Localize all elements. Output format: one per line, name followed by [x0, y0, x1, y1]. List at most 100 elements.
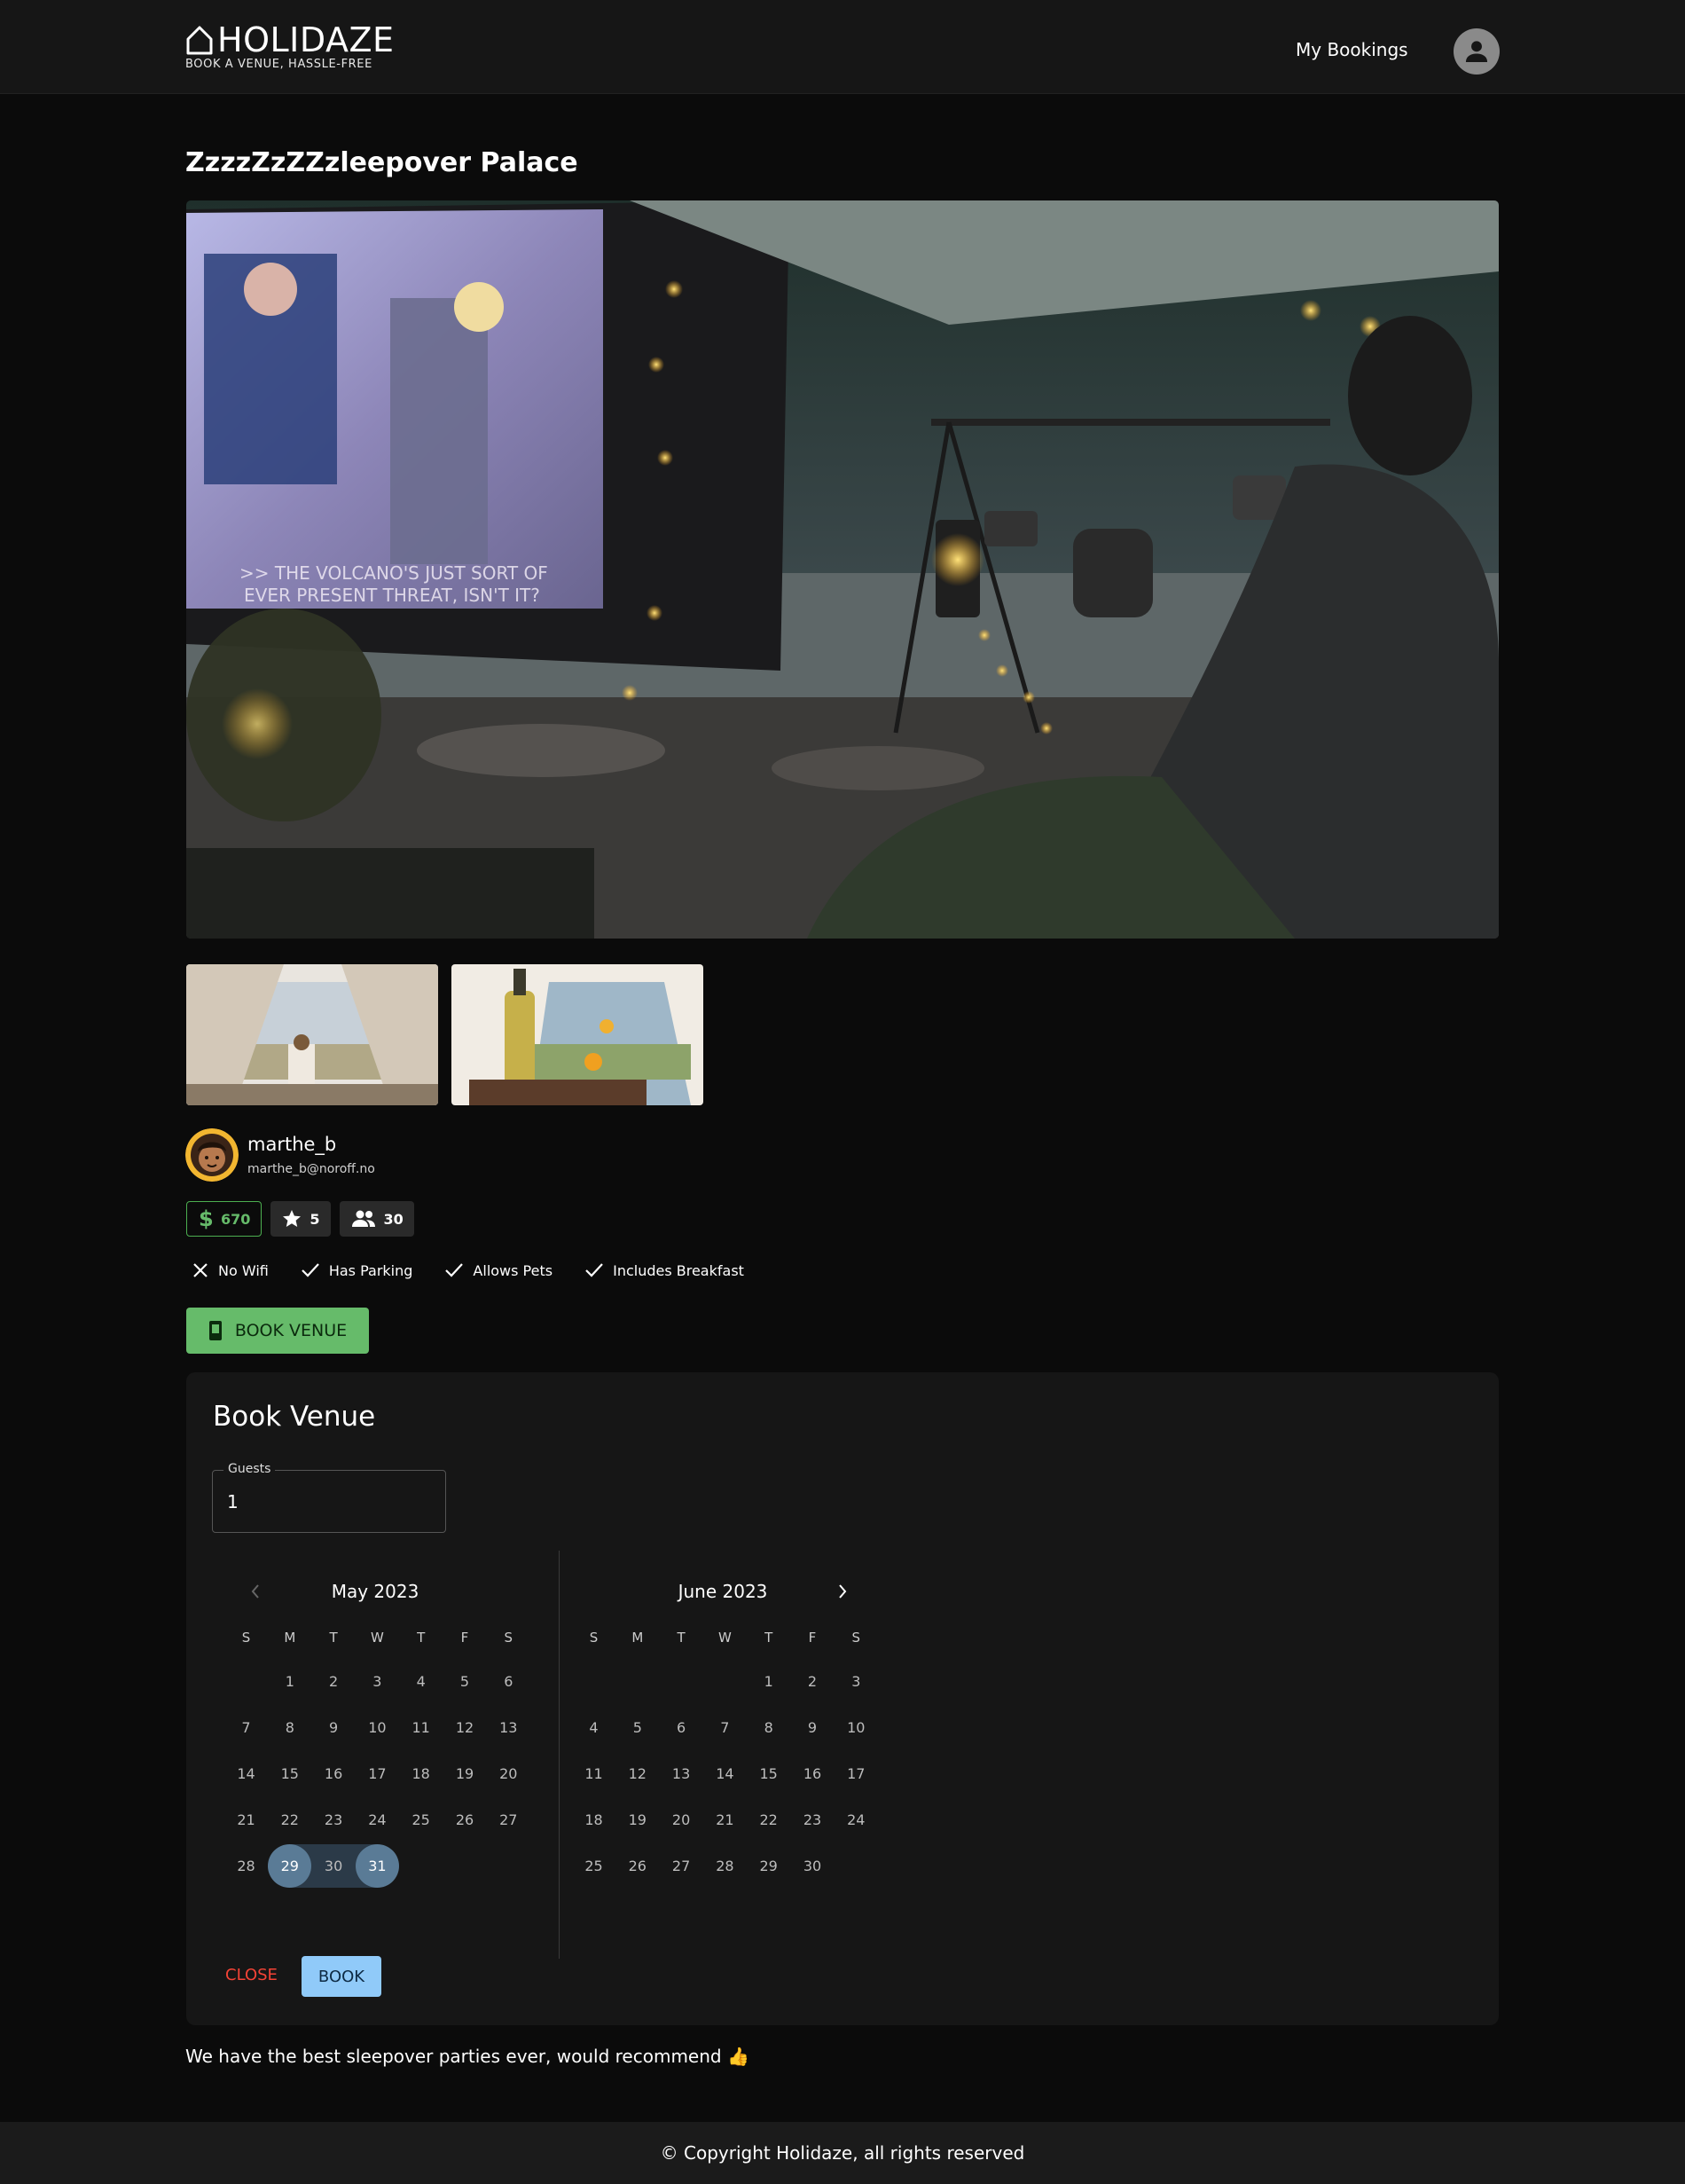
calendar-day[interactable]: 7 — [224, 1706, 268, 1749]
calendar-day[interactable]: 6 — [660, 1706, 703, 1749]
svg-text:$: $ — [199, 1208, 214, 1229]
calendar-day[interactable]: 1 — [747, 1660, 790, 1703]
calendar-day[interactable]: 12 — [443, 1706, 487, 1749]
calendar-day[interactable]: 25 — [572, 1844, 615, 1888]
calendar-day[interactable]: 9 — [791, 1706, 835, 1749]
calendar-day[interactable]: 30 — [312, 1844, 356, 1888]
calendar-day[interactable]: 5 — [443, 1660, 487, 1703]
calendar-day[interactable]: 19 — [615, 1798, 659, 1842]
calendar-day[interactable]: 15 — [747, 1752, 790, 1795]
check-icon — [585, 1263, 603, 1277]
calendar-day[interactable]: 2 — [312, 1660, 356, 1703]
venue-description: We have the best sleepover parties ever,… — [185, 2046, 749, 2067]
amenity-pets: Allows Pets — [444, 1261, 553, 1279]
calendar-day[interactable]: 22 — [747, 1798, 790, 1842]
weekday-label: S — [589, 1630, 599, 1646]
gallery-thumbnail[interactable] — [186, 964, 438, 1105]
thumbnail-photo — [186, 964, 438, 1105]
hero-image[interactable]: >> THE VOLCANO'S JUST SORT OF EVER PRESE… — [186, 200, 1499, 939]
calendar-day[interactable]: 16 — [312, 1752, 356, 1795]
weekday-label: W — [717, 1630, 732, 1646]
amenity-wifi: No Wifi — [192, 1261, 269, 1279]
calendar-day[interactable]: 8 — [268, 1706, 311, 1749]
copyright-text: © Copyright Holidaze, all rights reserve… — [660, 2142, 1025, 2164]
calendar-day[interactable]: 27 — [660, 1844, 703, 1888]
calendar-day[interactable]: 10 — [835, 1706, 878, 1749]
weekday-label: S — [851, 1630, 861, 1646]
top-bar: HOLIDAZE BOOK A VENUE, HASSLE-FREE My Bo… — [0, 0, 1685, 94]
prev-month-button[interactable] — [242, 1578, 269, 1605]
calendar-day[interactable]: 25 — [399, 1798, 443, 1842]
rating-chip: 5 — [270, 1201, 331, 1237]
calendar-day[interactable]: 3 — [835, 1660, 878, 1703]
calendar-day[interactable]: 24 — [356, 1798, 399, 1842]
calendar-day[interactable]: 20 — [487, 1752, 530, 1795]
guests-field[interactable]: Guests — [212, 1462, 446, 1533]
calendar-day[interactable]: 13 — [660, 1752, 703, 1795]
calendar-day[interactable]: 29 — [747, 1844, 790, 1888]
calendar-day[interactable]: 12 — [615, 1752, 659, 1795]
thumbnail-photo — [451, 964, 703, 1105]
calendar-day[interactable]: 10 — [356, 1706, 399, 1749]
weekday-label: M — [631, 1630, 644, 1646]
calendar-day[interactable]: 20 — [660, 1798, 703, 1842]
hero-photo: >> THE VOLCANO'S JUST SORT OF EVER PRESE… — [186, 200, 1499, 939]
calendar-day[interactable]: 17 — [835, 1752, 878, 1795]
calendar-day[interactable]: 16 — [791, 1752, 835, 1795]
calendar-day-selected[interactable]: 31 — [355, 1844, 399, 1888]
book-venue-label: BOOK VENUE — [234, 1321, 348, 1340]
account-button[interactable] — [1454, 28, 1500, 75]
calendar-day[interactable]: 26 — [443, 1798, 487, 1842]
calendar-day[interactable]: 11 — [572, 1752, 615, 1795]
calendar-day[interactable]: 6 — [487, 1660, 530, 1703]
next-month-button[interactable] — [829, 1578, 856, 1605]
calendar-day[interactable]: 11 — [399, 1706, 443, 1749]
calendar-day[interactable]: 18 — [399, 1752, 443, 1795]
month-label: June 2023 — [678, 1581, 768, 1602]
calendar-day[interactable]: 17 — [356, 1752, 399, 1795]
footer: © Copyright Holidaze, all rights reserve… — [0, 2122, 1685, 2184]
book-button[interactable]: BOOK — [302, 1956, 381, 1997]
calendar-day[interactable]: 13 — [487, 1706, 530, 1749]
owner-avatar — [185, 1128, 239, 1182]
calendar-day[interactable]: 2 — [791, 1660, 835, 1703]
calendar-day[interactable]: 8 — [747, 1706, 790, 1749]
calendar-day[interactable]: 14 — [703, 1752, 747, 1795]
close-button[interactable]: CLOSE — [225, 1966, 278, 1984]
calendar-day[interactable]: 24 — [835, 1798, 878, 1842]
calendar-day[interactable]: 18 — [572, 1798, 615, 1842]
calendar-day[interactable]: 3 — [356, 1660, 399, 1703]
my-bookings-link[interactable]: My Bookings — [1296, 39, 1408, 60]
calendar-month-june: June 2023 SMTWTFS 1 2 3 4 5 6 7 8 9 10 11 12 13 14 15 1… — [572, 1578, 874, 1874]
calendar-day[interactable]: 5 — [615, 1706, 659, 1749]
check-icon — [302, 1263, 319, 1277]
calendar-day[interactable]: 19 — [443, 1752, 487, 1795]
chevron-left-icon — [251, 1584, 259, 1599]
calendar-day[interactable]: 4 — [572, 1706, 615, 1749]
owner-name: marthe_b — [247, 1134, 337, 1155]
calendar-day[interactable]: 22 — [268, 1798, 311, 1842]
amenity-parking: Has Parking — [301, 1261, 412, 1279]
calendar-day[interactable]: 28 — [703, 1844, 747, 1888]
calendar-day-selected[interactable]: 29 — [268, 1844, 312, 1888]
calendar-day[interactable]: 21 — [224, 1798, 268, 1842]
calendar-day[interactable]: 14 — [224, 1752, 268, 1795]
calendar-day[interactable]: 23 — [312, 1798, 356, 1842]
weekday-label: F — [460, 1630, 469, 1646]
calendar-day[interactable]: 27 — [487, 1798, 530, 1842]
calendar-day[interactable]: 9 — [312, 1706, 356, 1749]
calendar-day[interactable]: 26 — [615, 1844, 659, 1888]
calendar-day[interactable]: 21 — [703, 1798, 747, 1842]
calendar-day[interactable]: 30 — [791, 1844, 835, 1888]
logo[interactable]: HOLIDAZE BOOK A VENUE, HASSLE-FREE — [185, 23, 395, 71]
calendar-day[interactable]: 23 — [791, 1798, 835, 1842]
max-guests-value: 30 — [383, 1210, 404, 1228]
calendar-day[interactable]: 15 — [268, 1752, 311, 1795]
gallery-thumbnail[interactable] — [451, 964, 703, 1105]
calendar-day[interactable]: 7 — [703, 1706, 747, 1749]
book-venue-button[interactable]: BOOK VENUE — [186, 1308, 369, 1354]
guests-input[interactable] — [227, 1489, 431, 1515]
calendar-day[interactable]: 1 — [268, 1660, 311, 1703]
calendar-day[interactable]: 4 — [399, 1660, 443, 1703]
calendar-day[interactable]: 28 — [224, 1844, 268, 1888]
